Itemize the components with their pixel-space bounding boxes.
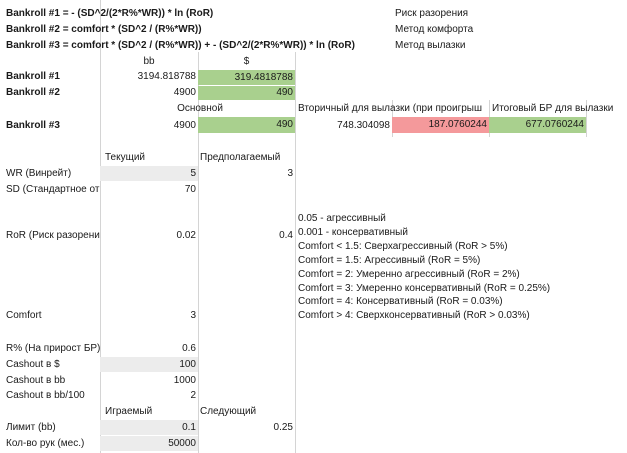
hands-label[interactable]: Кол-во рук (мес.) xyxy=(4,437,100,451)
limit-playing-value[interactable]: 0.1 xyxy=(100,420,198,435)
method-risk-label[interactable]: Риск разорения xyxy=(393,7,523,21)
wr-label[interactable]: WR (Винрейт) xyxy=(4,167,100,181)
sd-label[interactable]: SD (Стандартное от xyxy=(4,183,100,197)
formula-bankroll-2[interactable]: Bankroll #2 = comfort * (SD^2 / (R%*WR)) xyxy=(4,23,384,37)
playing-column-header[interactable]: Играемый xyxy=(103,405,198,419)
formula-bankroll-1[interactable]: Bankroll #1 = - (SD^2/(2*R%*WR)) * ln (R… xyxy=(4,7,384,21)
r-percent-label[interactable]: R% (На прирост БР) xyxy=(4,342,100,356)
ror-label[interactable]: RoR (Риск разорени xyxy=(4,229,100,243)
cashout-bb100-label[interactable]: Cashout в bb/100 xyxy=(4,389,100,403)
note-line[interactable]: Comfort = 3: Умеренно консервативный (Ro… xyxy=(296,282,596,296)
bankroll-3-main-header[interactable]: Основной xyxy=(150,102,250,116)
cashout-usd-label[interactable]: Cashout в $ xyxy=(4,358,100,372)
bankroll-3-secondary-bb[interactable]: 748.304098 xyxy=(296,119,392,133)
unit-bb-header[interactable]: bb xyxy=(100,55,198,69)
note-line[interactable]: 0.001 - консервативный xyxy=(296,226,596,240)
ror-expected-value[interactable]: 0.4 xyxy=(198,229,295,243)
next-column-header[interactable]: Следующий xyxy=(198,405,295,419)
method-comfort-label[interactable]: Метод комфорта xyxy=(393,23,523,37)
note-line[interactable]: Comfort > 4: Сверхконсервативный (RoR > … xyxy=(296,309,596,323)
method-cashout-label[interactable]: Метод вылазки xyxy=(393,39,523,53)
bankroll-3-bb[interactable]: 4900 xyxy=(100,119,198,133)
bankroll-1-bb[interactable]: 3194.818788 xyxy=(100,70,198,84)
current-column-header[interactable]: Текущий xyxy=(103,151,198,165)
bankroll-2-usd[interactable]: 490 xyxy=(198,86,295,100)
comfort-label[interactable]: Comfort xyxy=(4,309,100,323)
comfort-current-value[interactable]: 3 xyxy=(100,309,198,323)
wr-current-value[interactable]: 5 xyxy=(100,166,198,181)
r-percent-value[interactable]: 0.6 xyxy=(100,342,198,356)
bankroll-3-secondary-usd[interactable]: 187.0760244 xyxy=(392,117,489,133)
cashout-usd-value[interactable]: 100 xyxy=(100,357,198,372)
hands-value[interactable]: 50000 xyxy=(100,436,198,451)
bankroll-3-total-header[interactable]: Итоговый БР для вылазки xyxy=(490,102,627,116)
limit-label[interactable]: Лимит (bb) xyxy=(4,421,100,435)
cashout-bb-value[interactable]: 1000 xyxy=(100,374,198,388)
ror-current-value[interactable]: 0.02 xyxy=(100,229,198,243)
note-line[interactable]: Comfort = 2: Умеренно агрессивный (RoR =… xyxy=(296,268,596,282)
wr-expected-value[interactable]: 3 xyxy=(198,167,295,181)
bankroll-3-usd[interactable]: 490 xyxy=(198,117,295,133)
cashout-bb100-value[interactable]: 2 xyxy=(100,389,198,403)
sd-current-value[interactable]: 70 xyxy=(100,183,198,197)
bankroll-3-secondary-header[interactable]: Вторичный для вылазки (при проигрыш xyxy=(296,102,489,116)
bankroll-2-bb[interactable]: 4900 xyxy=(100,86,198,100)
bankroll-1-label[interactable]: Bankroll #1 xyxy=(4,70,100,84)
bankroll-2-label[interactable]: Bankroll #2 xyxy=(4,86,100,100)
note-line[interactable]: Comfort < 1.5: Сверхагрессивный (RoR > 5… xyxy=(296,240,596,254)
note-line[interactable]: Comfort = 1.5: Агрессивный (RoR = 5%) xyxy=(296,254,596,268)
note-line[interactable]: 0.05 - агрессивный xyxy=(296,212,596,226)
bankroll-3-label[interactable]: Bankroll #3 xyxy=(4,119,100,133)
cashout-bb-label[interactable]: Cashout в bb xyxy=(4,374,100,388)
note-line[interactable]: Comfort = 4: Консервативный (RoR = 0.03%… xyxy=(296,295,596,309)
formula-bankroll-3[interactable]: Bankroll #3 = comfort * (SD^2 / (R%*WR))… xyxy=(4,39,384,53)
unit-dollar-header[interactable]: $ xyxy=(198,55,295,69)
bankroll-1-usd[interactable]: 319.4818788 xyxy=(198,70,295,85)
expected-column-header[interactable]: Предполагаемый xyxy=(198,151,295,165)
bankroll-3-total-usd[interactable]: 677.0760244 xyxy=(489,117,586,133)
limit-next-value[interactable]: 0.25 xyxy=(198,421,295,435)
